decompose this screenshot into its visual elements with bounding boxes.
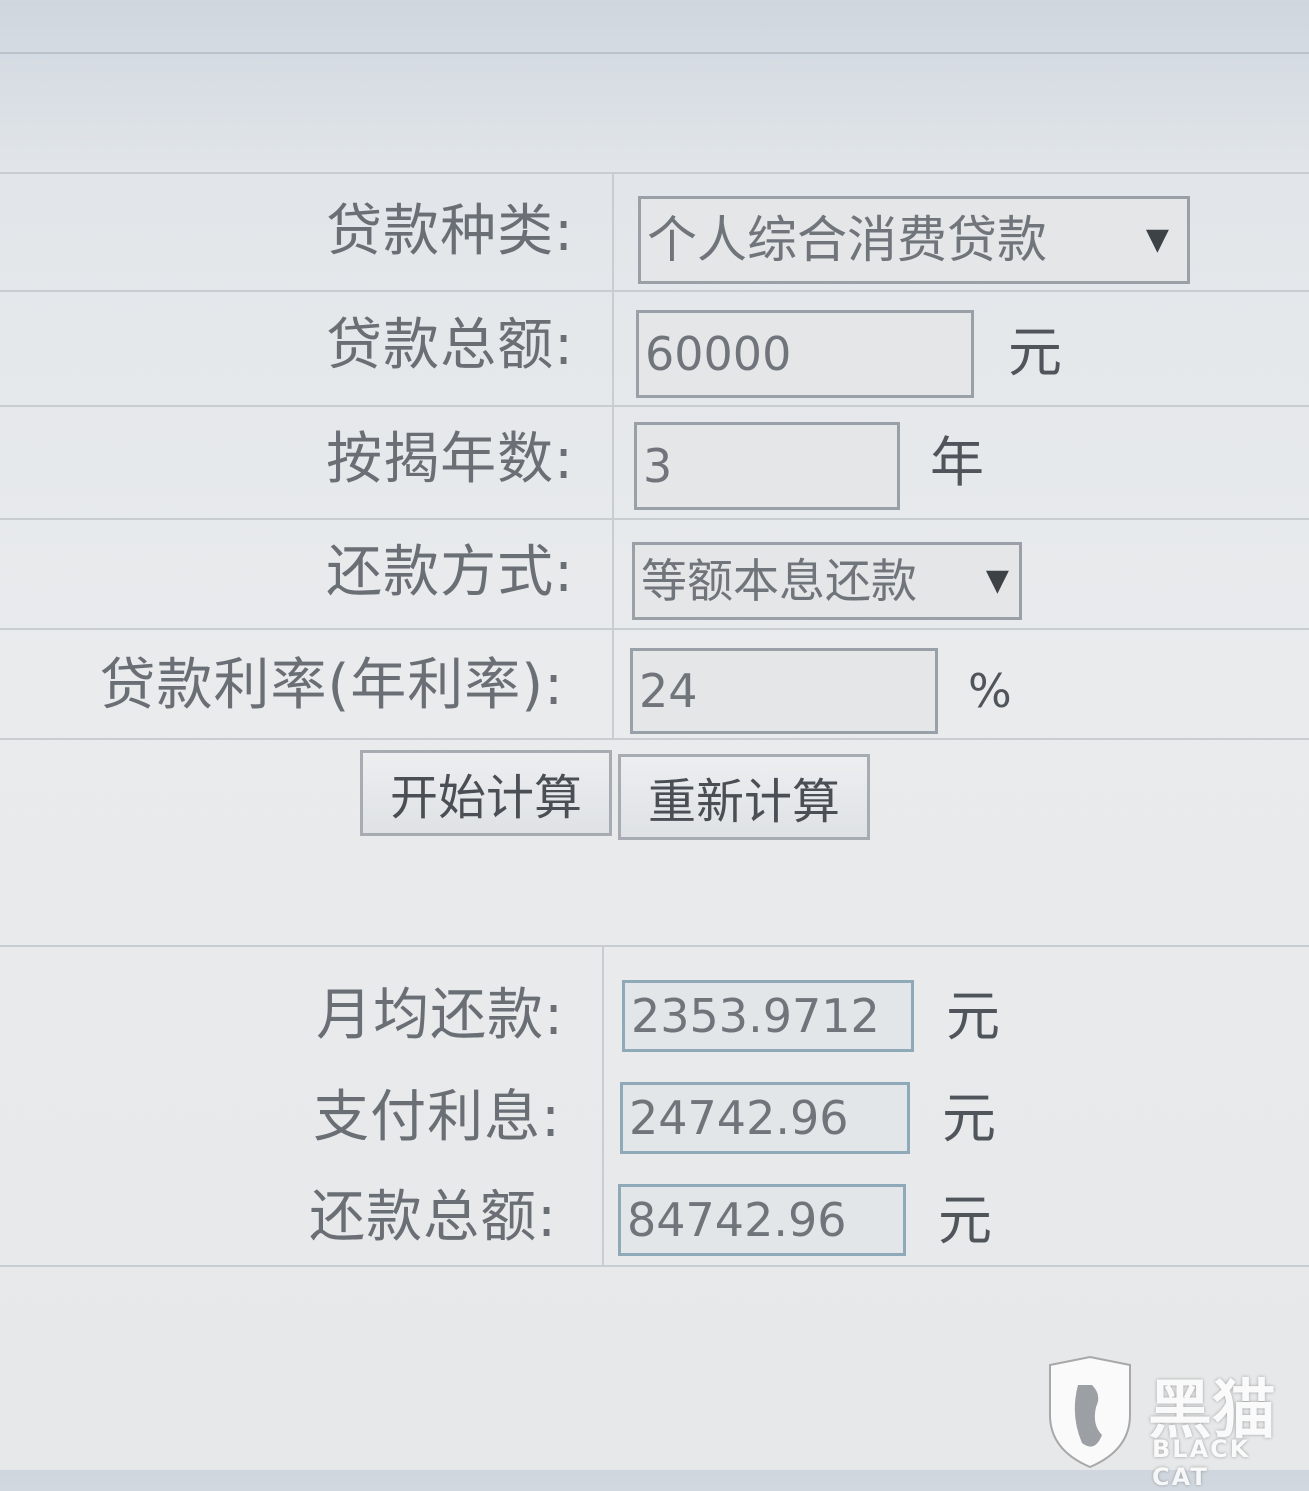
triangle-down-icon: ▼ [985, 563, 1009, 598]
rate-unit: % [968, 664, 1012, 718]
grid-line [0, 945, 1309, 947]
grid-line [0, 290, 1309, 292]
monthly-payment-output: 2353.9712 [622, 980, 914, 1052]
loan-amount-input[interactable]: 60000 [636, 310, 974, 398]
grid-line [0, 1265, 1309, 1267]
monthly-payment-label: 月均还款: [316, 983, 564, 1048]
rate-label: 贷款利率(年利率): [99, 653, 564, 718]
repay-method-label: 还款方式: [326, 540, 574, 605]
grid-line [0, 518, 1309, 520]
total-repayment-unit: 元 [938, 1189, 992, 1252]
years-label: 按揭年数: [326, 427, 574, 492]
repay-method-value: 等额本息还款 [641, 554, 917, 608]
grid-column-divider [612, 172, 614, 738]
black-cat-watermark: 黑猫 BLACK CAT [1040, 1355, 1309, 1491]
grid-line [0, 172, 1309, 174]
interest-label: 支付利息: [313, 1085, 561, 1150]
years-unit: 年 [930, 431, 984, 494]
monthly-payment-unit: 元 [946, 985, 1000, 1048]
grid-line [0, 738, 1309, 740]
grid-column-divider [602, 945, 604, 1265]
watermark-en-text: BLACK CAT [1152, 1435, 1251, 1491]
loan-amount-unit: 元 [1008, 321, 1062, 384]
reset-button[interactable]: 重新计算 [618, 754, 870, 840]
total-repayment-output: 84742.96 [618, 1184, 906, 1256]
total-repayment-label: 还款总额: [309, 1185, 557, 1250]
loan-amount-label: 贷款总额: [326, 313, 574, 378]
grid-line [0, 628, 1309, 630]
rate-input[interactable]: 24 [630, 648, 938, 734]
grid-line [0, 52, 1309, 54]
black-cat-shield-icon [1049, 1355, 1131, 1469]
loan-type-value: 个人综合消费贷款 [647, 211, 1047, 269]
repay-method-select[interactable]: 等额本息还款 ▼ [632, 542, 1022, 620]
interest-output: 24742.96 [620, 1082, 910, 1154]
loan-type-label: 贷款种类: [326, 199, 574, 264]
interest-unit: 元 [942, 1087, 996, 1150]
triangle-down-icon: ▼ [1145, 222, 1169, 257]
years-input[interactable]: 3 [634, 422, 900, 510]
calculate-button[interactable]: 开始计算 [360, 750, 612, 836]
grid-line [0, 405, 1309, 407]
loan-type-select[interactable]: 个人综合消费贷款 ▼ [638, 196, 1190, 284]
